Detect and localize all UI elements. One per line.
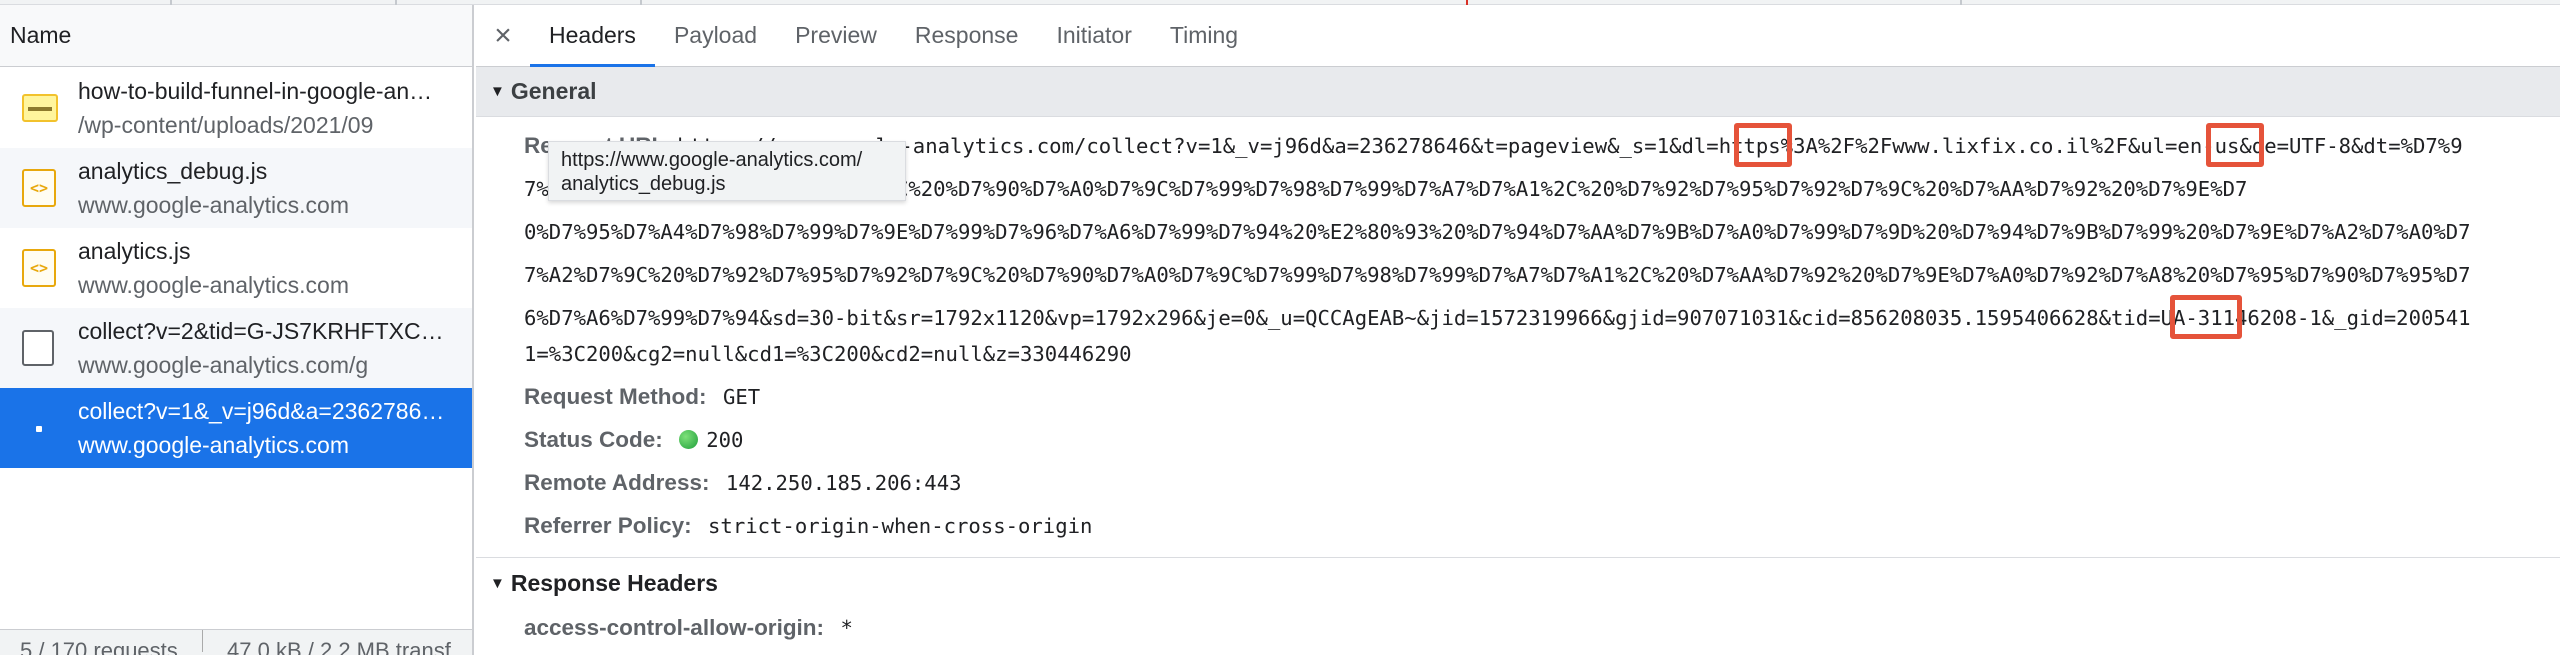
referrer-policy-label: Referrer Policy: — [524, 513, 692, 538]
request-url-value[interactable]: https://www.google-analytics.com/collect… — [677, 134, 2462, 158]
request-icon — [22, 410, 58, 446]
request-method-label: Request Method: — [524, 384, 707, 409]
request-row[interactable]: <> analytics.js www.google-analytics.com — [0, 228, 472, 308]
request-path: www.google-analytics.com/g — [78, 352, 369, 378]
response-header-name: access-control-allow-origin: — [524, 615, 825, 640]
network-status-bar: 5 / 170 requests 47.0 kB / 2.2 MB transf — [0, 629, 472, 655]
referrer-policy-row: Referrer Policy: strict-origin-when-cros… — [524, 505, 1092, 547]
collapse-triangle-icon: ▼ — [490, 574, 505, 592]
request-name: how-to-build-funnel-in-google-an… — [78, 78, 433, 104]
response-headers-section-header[interactable]: ▼ Response Headers — [476, 558, 2560, 608]
request-details-panel: × Headers Payload Preview Response Initi… — [476, 5, 2560, 655]
ul-param-highlight — [2206, 123, 2264, 167]
tab-preview[interactable]: Preview — [776, 5, 896, 66]
remote-address-value: 142.250.185.206:443 — [725, 471, 962, 495]
request-path: /wp-content/uploads/2021/09 — [78, 112, 374, 138]
request-method-row: Request Method: GET — [524, 376, 760, 418]
request-row[interactable]: how-to-build-funnel-in-google-an… /wp-co… — [0, 68, 472, 148]
response-header-value: * — [840, 616, 853, 640]
request-url-line: 0%D7%95%D7%A4%D7%98%D7%99%D7%9E%D7%99%D7… — [524, 211, 2560, 253]
request-name: collect?v=1&_v=j96d&a=2362786… — [78, 398, 445, 424]
general-section-header[interactable]: ▼ General — [476, 67, 2560, 117]
status-code-label: Status Code: — [524, 427, 663, 452]
transfer-size: 47.0 kB / 2.2 MB transf — [227, 638, 451, 655]
status-divider — [201, 630, 203, 652]
remote-address-label: Remote Address: — [524, 470, 710, 495]
request-row[interactable]: <> analytics_debug.js www.google-analyti… — [0, 148, 472, 228]
tab-headers[interactable]: Headers — [530, 5, 655, 67]
tid-param-highlight — [2170, 295, 2242, 339]
status-code-value: 200 — [706, 428, 744, 452]
collapse-triangle-icon: ▼ — [490, 83, 505, 100]
tab-payload[interactable]: Payload — [655, 5, 776, 66]
script-icon: <> — [22, 169, 58, 207]
response-header-row: access-control-allow-origin: * — [524, 607, 853, 649]
request-method-value: GET — [722, 385, 761, 409]
tab-timing[interactable]: Timing — [1151, 5, 1257, 66]
request-path: www.google-analytics.com — [78, 432, 350, 458]
request-path: www.google-analytics.com — [78, 272, 350, 298]
request-row[interactable]: collect?v=2&tid=G-JS7KRHFTXC… www.google… — [0, 308, 472, 388]
request-url-continuation: 7%A2%D7%9C%20%D7%92%D7%95%D7%92%D7%9C%20… — [524, 263, 2471, 287]
tooltip-line: https://www.google-analytics.com/ — [561, 149, 863, 171]
request-path: www.google-analytics.com — [78, 192, 350, 218]
details-tab-bar: × Headers Payload Preview Response Initi… — [476, 5, 2560, 67]
status-code-row: Status Code: 200 — [524, 419, 743, 461]
url-tooltip: https://www.google-analytics.com/ analyt… — [548, 141, 906, 201]
document-icon — [22, 330, 58, 366]
tooltip-line: analytics_debug.js — [561, 173, 726, 195]
close-icon[interactable]: × — [476, 5, 530, 66]
remote-address-row: Remote Address: 142.250.185.206:443 — [524, 462, 962, 504]
dl-param-highlight — [1734, 123, 1792, 167]
name-column-label: Name — [10, 22, 72, 48]
request-url-continuation: 0%D7%95%D7%A4%D7%98%D7%99%D7%9E%D7%99%D7… — [524, 220, 2471, 244]
general-title: General — [510, 78, 597, 104]
tab-response[interactable]: Response — [896, 5, 1038, 66]
response-headers-title: Response Headers — [510, 569, 718, 596]
request-name: collect?v=2&tid=G-JS7KRHFTXC… — [78, 318, 444, 344]
request-row-selected[interactable]: collect?v=1&_v=j96d&a=2362786… www.googl… — [0, 388, 472, 468]
name-column-header[interactable]: Name — [0, 5, 472, 67]
tab-initiator[interactable]: Initiator — [1037, 5, 1150, 66]
request-name: analytics_debug.js — [78, 158, 268, 184]
request-name: analytics.js — [78, 238, 191, 264]
status-ok-icon — [679, 430, 699, 449]
script-icon: <> — [22, 249, 58, 287]
request-count: 5 / 170 requests — [20, 638, 178, 655]
referrer-policy-value: strict-origin-when-cross-origin — [708, 514, 1093, 538]
request-list-panel: Name how-to-build-funnel-in-google-an… /… — [0, 5, 474, 655]
request-url-line: 1=%3C200&cg2=null&cd1=%3C200&cd2=null&z=… — [524, 333, 2560, 375]
request-url-line: 7%A2%D7%9C%20%D7%92%D7%95%D7%92%D7%9C%20… — [524, 254, 2560, 296]
request-url-continuation: 1=%3C200&cg2=null&cd1=%3C200&cd2=null&z=… — [524, 342, 1132, 366]
image-icon — [22, 90, 58, 126]
